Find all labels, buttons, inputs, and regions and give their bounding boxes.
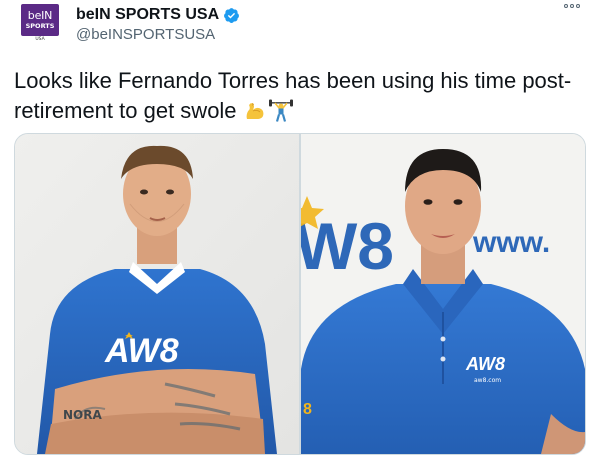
photo-left[interactable]: NORA AW8 — [15, 134, 299, 454]
display-name[interactable]: beIN SPORTS USA — [76, 6, 219, 24]
avatar-brand-top: beIN — [27, 9, 53, 22]
author-handle[interactable]: @beINSPORTSUSA — [76, 26, 215, 43]
verified-badge-icon — [224, 7, 240, 23]
tweet: beIN SPORTS USA beIN SPORTS USA @beINSPO… — [0, 0, 594, 468]
avatar-brand-bottom: USA — [35, 37, 45, 42]
background-url-text: www. — [472, 226, 550, 259]
tweet-media: NORA AW8 W8 www. AW8 aw8.com 8 — [14, 133, 586, 455]
tweet-text-body: Looks like Fernando Torres has been usin… — [14, 68, 572, 123]
sleeve-logo: 8 — [303, 401, 312, 418]
ellipsis-icon-dot — [576, 4, 580, 8]
bein-logo-badge: beIN SPORTS — [21, 4, 59, 36]
flexed-biceps-emoji-icon — [246, 103, 263, 119]
more-options-button[interactable] — [564, 4, 580, 8]
avatar[interactable]: beIN SPORTS USA — [18, 3, 62, 47]
photo-right-image: W8 www. AW8 aw8.com 8 — [301, 134, 585, 454]
weight-lifter-emoji-icon — [268, 99, 293, 122]
ellipsis-icon-dot — [564, 4, 568, 8]
polo-logo-sub: aw8.com — [474, 377, 501, 384]
author-name-line[interactable]: beIN SPORTS USA — [76, 6, 240, 24]
photo-right[interactable]: W8 www. AW8 aw8.com 8 — [301, 134, 585, 454]
tweet-text: Looks like Fernando Torres has been usin… — [14, 66, 574, 126]
avatar-brand-middle: SPORTS — [25, 22, 55, 30]
tattoo-text: NORA — [63, 408, 102, 422]
polo-logo: AW8 — [465, 354, 505, 374]
photo-left-image: NORA AW8 — [15, 134, 299, 454]
shirt-logo: AW8 — [104, 332, 179, 370]
ellipsis-icon-dot — [570, 4, 574, 8]
